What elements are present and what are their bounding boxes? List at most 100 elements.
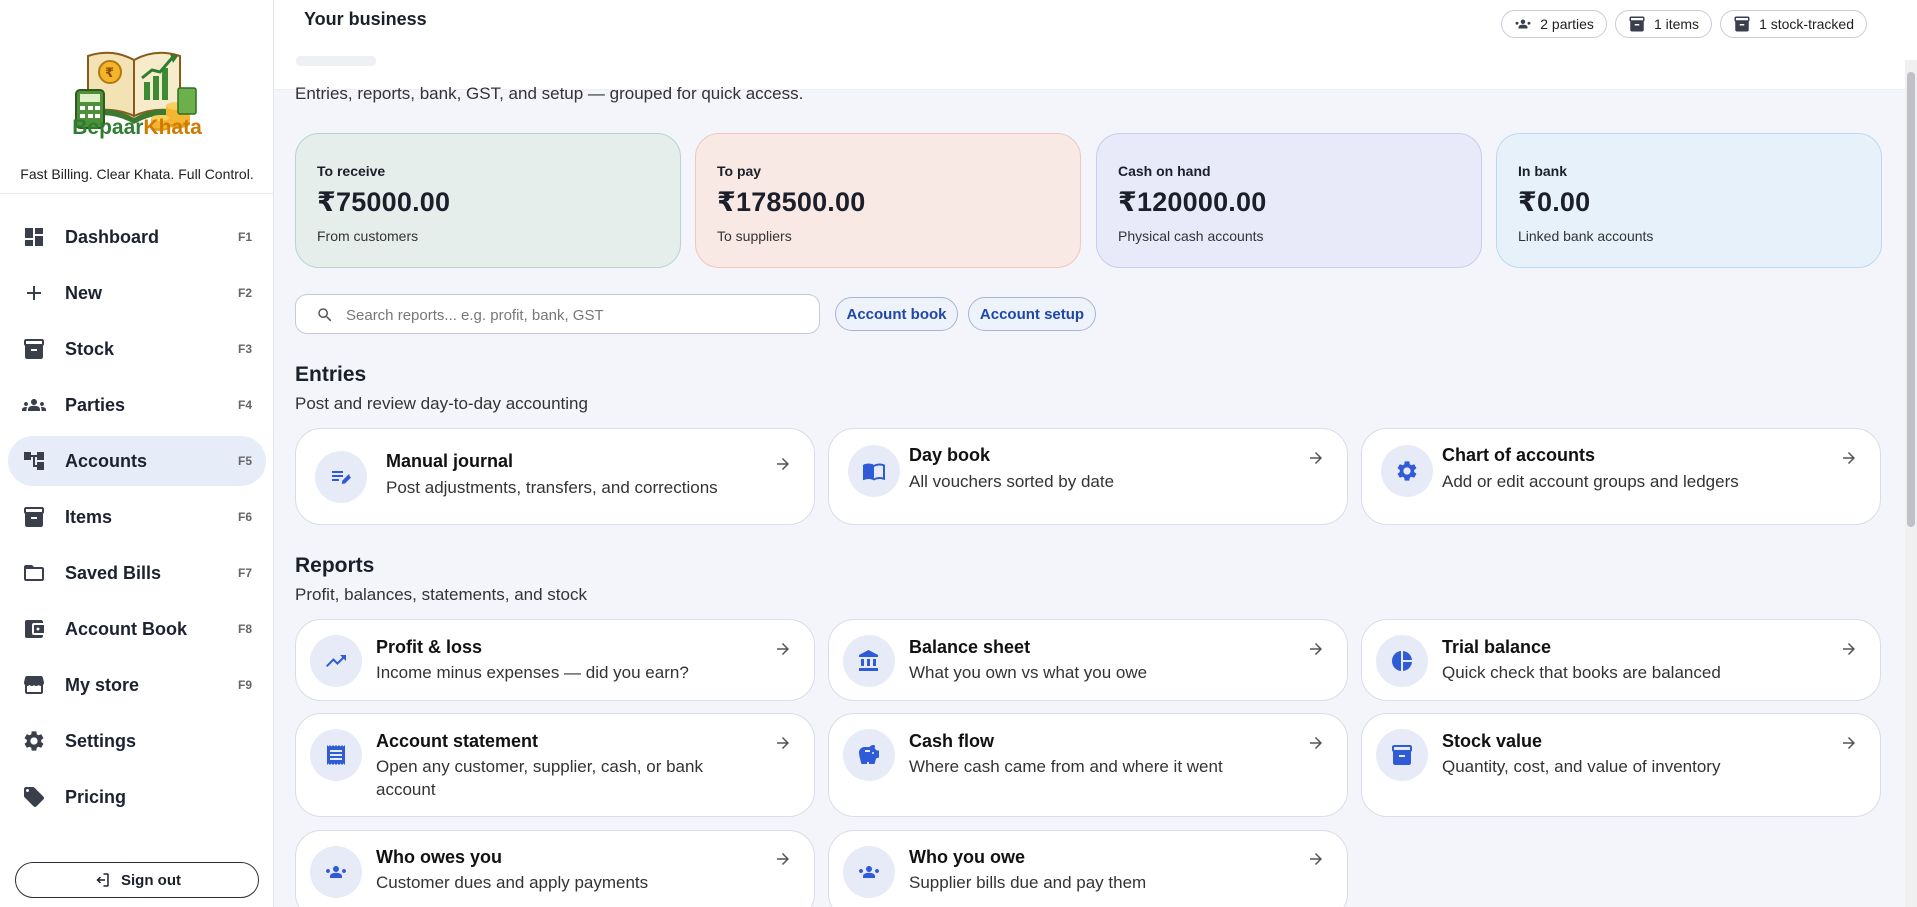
card-description: What you own vs what you owe <box>909 663 1148 682</box>
logout-icon <box>96 873 109 887</box>
sidebar-item-pricing[interactable]: Pricing <box>8 772 266 822</box>
summary-label: Cash on hand <box>1118 163 1211 179</box>
plus-icon <box>27 286 41 300</box>
card-icon-wrap <box>843 729 895 781</box>
entries-subheading: Post and review day-to-day accounting <box>295 394 588 413</box>
gear-icon <box>24 731 44 751</box>
card-title: Who you owe <box>909 847 1025 867</box>
page-title: Your business <box>304 9 427 29</box>
trial-balance-card[interactable]: Trial balance Quick check that books are… <box>1361 619 1881 701</box>
stock-tracked-chip[interactable]: 1 stock-tracked <box>1720 10 1867 38</box>
to-pay-card[interactable]: To pay ₹178500.00 To suppliers <box>695 133 1081 268</box>
card-title: Balance sheet <box>909 637 1031 657</box>
gear-icon <box>1397 461 1417 481</box>
sidebar-item-my-store[interactable]: My store F9 <box>8 660 266 710</box>
shortcut-key: F9 <box>237 678 252 692</box>
cash-on-hand-card[interactable]: Cash on hand ₹120000.00 Physical cash ac… <box>1096 133 1482 268</box>
arrow-right-icon <box>1310 643 1322 655</box>
sidebar-item-items[interactable]: Items F6 <box>8 492 266 542</box>
sidebar-item-new[interactable]: New F2 <box>8 268 266 318</box>
summary-value: ₹0.00 <box>1518 187 1591 217</box>
summary-label: In bank <box>1518 163 1568 179</box>
day-book-card[interactable]: Day book All vouchers sorted by date <box>828 428 1348 525</box>
card-icon-wrap <box>1376 635 1428 687</box>
edit-note-icon <box>332 471 351 484</box>
reports-heading: Reports <box>295 554 375 577</box>
sidebar-item-label: Pricing <box>65 786 127 807</box>
sidebar-item-label: Saved Bills <box>65 562 162 583</box>
entries-heading: Entries <box>295 363 367 386</box>
brand-name-part2: Khata <box>143 116 202 139</box>
card-description: Quick check that books are balanced <box>1442 663 1721 682</box>
sidebar-item-stock[interactable]: Stock F3 <box>8 324 266 374</box>
people-icon <box>22 399 46 411</box>
who-owes-you-card[interactable]: Who owes you Customer dues and apply pay… <box>295 830 815 907</box>
sidebar-item-settings[interactable]: Settings <box>8 716 266 766</box>
chart-of-accounts-card[interactable]: Chart of accounts Add or edit account gr… <box>1361 428 1881 525</box>
sign-out-label: Sign out <box>121 871 181 889</box>
items-count-chip[interactable]: 1 items <box>1614 10 1713 38</box>
card-title: Stock value <box>1442 731 1543 751</box>
sidebar-item-label: Parties <box>65 394 126 415</box>
card-title: Account statement <box>376 731 539 751</box>
reports-subheading: Profit, balances, statements, and stock <box>295 585 587 604</box>
sidebar-item-label: My store <box>65 674 140 695</box>
in-bank-card[interactable]: In bank ₹0.00 Linked bank accounts <box>1496 133 1882 268</box>
arrow-right-icon <box>777 458 789 470</box>
sidebar-item-saved-bills[interactable]: Saved Bills F7 <box>8 548 266 598</box>
sidebar-item-accounts[interactable]: Accounts F5 <box>8 436 266 486</box>
arrow-right-icon <box>1310 737 1322 749</box>
page-subtitle: Entries, reports, bank, GST, and setup —… <box>295 84 804 103</box>
card-icon-wrap <box>310 729 362 781</box>
to-receive-card[interactable]: To receive ₹75000.00 From customers <box>295 133 681 268</box>
sidebar-item-label: Settings <box>65 730 137 751</box>
chip-label: 1 stock-tracked <box>1759 16 1854 32</box>
shortcut-key: F7 <box>237 566 252 580</box>
card-title: Trial balance <box>1442 637 1552 657</box>
scrollbar-thumb[interactable] <box>1907 72 1915 527</box>
card-title: Chart of accounts <box>1442 445 1596 465</box>
account-book-button[interactable]: Account book <box>835 297 958 331</box>
arrow-right-icon <box>1843 452 1855 464</box>
parties-count-chip[interactable]: 2 parties <box>1501 10 1607 38</box>
people-icon <box>1515 19 1531 29</box>
summary-subtext: From customers <box>317 228 419 244</box>
card-icon-wrap <box>843 635 895 687</box>
card-icon-wrap <box>310 846 362 898</box>
summary-value: ₹75000.00 <box>317 187 451 217</box>
who-you-owe-card[interactable]: Who you owe Supplier bills due and pay t… <box>828 830 1348 907</box>
card-description: Post adjustments, transfers, and correct… <box>386 478 718 497</box>
search-input[interactable] <box>346 303 806 327</box>
profit-loss-card[interactable]: Profit & loss Income minus expenses — di… <box>295 619 815 701</box>
balance-sheet-card[interactable]: Balance sheet What you own vs what you o… <box>828 619 1348 701</box>
chip-label: 1 items <box>1653 16 1700 32</box>
arrow-right-icon <box>777 853 789 865</box>
brand-tagline: Fast Billing. Clear Khata. Full Control. <box>20 166 254 182</box>
stock-value-card[interactable]: Stock value Quantity, cost, and value of… <box>1361 713 1881 817</box>
report-search <box>295 294 820 334</box>
account-statement-card[interactable]: Account statement Open any customer, sup… <box>295 713 815 817</box>
arrow-right-icon <box>1843 643 1855 655</box>
sidebar-divider <box>0 193 274 194</box>
archive-box-icon <box>1392 745 1412 765</box>
sign-out-button[interactable]: Sign out <box>15 862 259 898</box>
sidebar-item-parties[interactable]: Parties F4 <box>8 380 266 430</box>
sidebar-item-account-book[interactable]: Account Book F8 <box>8 604 266 654</box>
card-title: Profit & loss <box>376 637 483 657</box>
sidebar-nav: Dashboard F1 New F2 Stock F3 Parties F4 … <box>8 212 266 828</box>
card-icon-wrap <box>315 451 367 503</box>
dashboard-icon <box>25 228 43 246</box>
shortcut-key: F1 <box>237 230 252 244</box>
pie-chart-icon <box>1392 651 1412 671</box>
manual-journal-card[interactable]: Manual journal Post adjustments, transfe… <box>295 428 815 525</box>
open-book-icon <box>863 463 885 481</box>
tag-icon <box>24 787 44 807</box>
cash-flow-card[interactable]: Cash flow Where cash came from and where… <box>828 713 1348 817</box>
card-icon-wrap <box>1381 445 1433 497</box>
account-setup-button[interactable]: Account setup <box>968 297 1096 331</box>
summary-subtext: Linked bank accounts <box>1518 228 1654 244</box>
sidebar-item-dashboard[interactable]: Dashboard F1 <box>8 212 266 262</box>
arrow-right-icon <box>1843 737 1855 749</box>
card-description: Customer dues and apply payments <box>376 873 649 892</box>
bank-icon <box>859 650 878 671</box>
